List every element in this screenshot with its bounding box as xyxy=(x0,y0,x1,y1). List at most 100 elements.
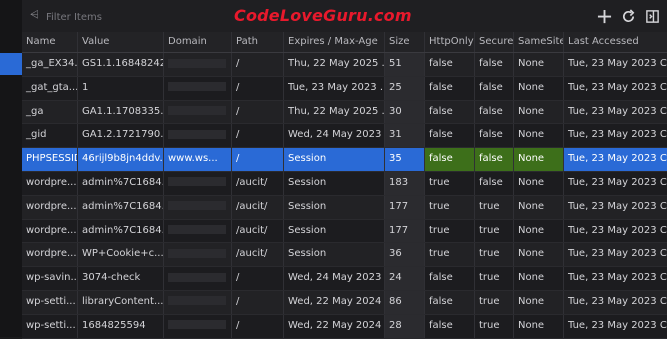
cell-path: / xyxy=(232,124,284,148)
watermark: CodeLoveGuru.com xyxy=(234,6,412,25)
add-icon[interactable] xyxy=(595,6,613,26)
table-row[interactable]: _ga GA1.1.1708335... / Thu, 22 May 2025 ...… xyxy=(22,100,667,125)
cell-expires: Thu, 22 May 2025 ... xyxy=(284,53,385,76)
cell-expires: Tue, 23 May 2023 ... xyxy=(284,76,385,100)
cell-secure: true xyxy=(475,290,514,314)
cell-size: 177 xyxy=(385,195,425,219)
cell-name: PHPSESSID xyxy=(22,148,78,171)
cell-samesite: None xyxy=(514,243,564,267)
cell-expires: Wed, 22 May 2024 ... xyxy=(284,314,385,338)
cell-size: 51 xyxy=(385,53,425,76)
cell-last-accessed: Tue, 23 May 2023 C... xyxy=(568,105,667,117)
cell-secure: true xyxy=(475,195,514,219)
cell-secure: true xyxy=(475,314,514,338)
cell-size: 183 xyxy=(385,171,425,195)
cell-secure: true xyxy=(475,219,514,243)
column-header-httponly[interactable]: HttpOnly xyxy=(425,32,475,52)
filter-input[interactable] xyxy=(44,7,228,27)
storage-sidebar xyxy=(0,0,23,337)
cell-samesite: None xyxy=(514,76,564,100)
refresh-icon[interactable] xyxy=(619,6,637,26)
table-row[interactable]: _gat_gta... 1/Tue, 23 May 2023 ... 25 false… xyxy=(22,76,667,101)
table-header: Name Value Domain Path Expires / Max-Age… xyxy=(22,32,667,53)
cell-secure: true xyxy=(475,243,514,267)
column-header-size[interactable]: Size xyxy=(385,32,425,52)
cell-value: admin%7C1684... xyxy=(78,219,164,243)
cell-expires: Session xyxy=(284,219,385,243)
table-row[interactable]: wp-savin... 3074-check / Wed, 24 May 2023 .… xyxy=(22,267,667,291)
cell-size: 36 xyxy=(385,243,425,267)
table-row[interactable]: wp-setti... 1684825594 /Wed, 22 May 2024 .… xyxy=(22,314,667,339)
cell-last-accessed: Tue, 23 May 2023 C... xyxy=(568,295,667,307)
cell-size: 177 xyxy=(385,219,425,243)
cell-domain xyxy=(164,290,232,314)
cell-last-accessed: Tue, 23 May 2023 C... xyxy=(568,272,667,284)
cell-expires: Session xyxy=(284,195,385,219)
column-header-name[interactable]: Name xyxy=(22,32,78,52)
table-row[interactable]: wordpre... admin%7C1684... /aucit/Session 1… xyxy=(22,219,667,244)
column-header-secure[interactable]: Secure xyxy=(475,32,514,52)
cell-samesite: None xyxy=(514,100,564,124)
cell-httponly: true xyxy=(425,219,475,243)
cell-name: _gat_gta... xyxy=(22,76,78,100)
column-header-path[interactable]: Path xyxy=(232,32,284,52)
cell-httponly: true xyxy=(425,243,475,267)
redacted-domain xyxy=(168,225,226,235)
redacted-domain xyxy=(168,82,226,92)
redacted-domain xyxy=(168,177,226,187)
cell-value: 3074-check xyxy=(78,267,164,290)
cell-last-accessed: Tue, 23 May 2023 C... xyxy=(568,153,667,165)
cell-last-accessed: Tue, 23 May 2023 C... xyxy=(568,129,667,141)
table-row[interactable]: wordpre... admin%7C1684... /aucit/Session 1… xyxy=(22,171,667,196)
table-row[interactable]: wordpre... admin%7C1684... /aucit/Session 1… xyxy=(22,195,667,220)
sidebar-selected-item[interactable] xyxy=(0,53,22,75)
column-header-domain[interactable]: Domain xyxy=(164,32,232,52)
cell-httponly: false xyxy=(425,267,475,290)
cell-last-accessed: Tue, 23 May 2023 C... xyxy=(568,81,667,93)
table-row[interactable]: wp-setti... libraryContent... / Wed, 22 May… xyxy=(22,290,667,315)
table-row[interactable]: wordpre... WP+Cookie+c... /aucit/Session 36… xyxy=(22,243,667,268)
cell-size: 24 xyxy=(385,267,425,290)
table-row[interactable]: PHPSESSID 46rijl9b8jn4ddv... www.ws... / Ses… xyxy=(22,148,667,172)
cell-domain xyxy=(164,76,232,100)
cell-value: 1 xyxy=(78,76,164,100)
cell-name: _ga_EX34... xyxy=(22,53,78,76)
cell-httponly: false xyxy=(425,100,475,124)
redacted-domain xyxy=(168,106,226,116)
cell-expires: Session xyxy=(284,148,385,171)
cell-value: WP+Cookie+c... xyxy=(78,243,164,267)
cell-domain xyxy=(164,53,232,76)
cell-expires: Wed, 24 May 2023 ... xyxy=(284,267,385,290)
cell-name: wordpre... xyxy=(22,219,78,243)
cell-name: wordpre... xyxy=(22,195,78,219)
cookie-toolbar: ⩤ CodeLoveGuru.com xyxy=(22,0,667,33)
cell-path: / xyxy=(232,314,284,338)
sidebar-toggle-icon[interactable] xyxy=(643,6,661,26)
table-row[interactable]: _gid GA1.2.1721790... / Wed, 24 May 2023 ..… xyxy=(22,124,667,149)
cell-path: / xyxy=(232,290,284,314)
cell-name: wp-setti... xyxy=(22,290,78,314)
cell-path: /aucit/ xyxy=(232,243,284,267)
cell-httponly: false xyxy=(425,314,475,338)
cell-path: / xyxy=(232,100,284,124)
column-header-value[interactable]: Value xyxy=(78,32,164,52)
column-header-expires[interactable]: Expires / Max-Age xyxy=(284,32,385,52)
column-header-last-accessed[interactable]: Last Accessed xyxy=(564,32,667,52)
cell-domain xyxy=(164,314,232,338)
table-row[interactable]: _ga_EX34...GS1.1.16848242... /Thu, 22 May… xyxy=(22,53,667,77)
cell-name: wp-setti... xyxy=(22,314,78,338)
cell-domain xyxy=(164,267,232,290)
cell-size: 28 xyxy=(385,314,425,338)
cell-samesite: None xyxy=(514,124,564,148)
cell-samesite: None xyxy=(514,267,564,290)
cell-name: _ga xyxy=(22,100,78,124)
cell-path: / xyxy=(232,148,284,171)
cell-secure: false xyxy=(475,53,514,76)
cell-size: 25 xyxy=(385,76,425,100)
cell-value: GA1.1.1708335... xyxy=(78,100,164,124)
cell-size: 35 xyxy=(385,148,425,171)
cell-name: wp-savin... xyxy=(22,267,78,290)
cell-httponly: false xyxy=(425,148,475,171)
column-header-samesite[interactable]: SameSite xyxy=(514,32,564,52)
cell-domain xyxy=(164,100,232,124)
